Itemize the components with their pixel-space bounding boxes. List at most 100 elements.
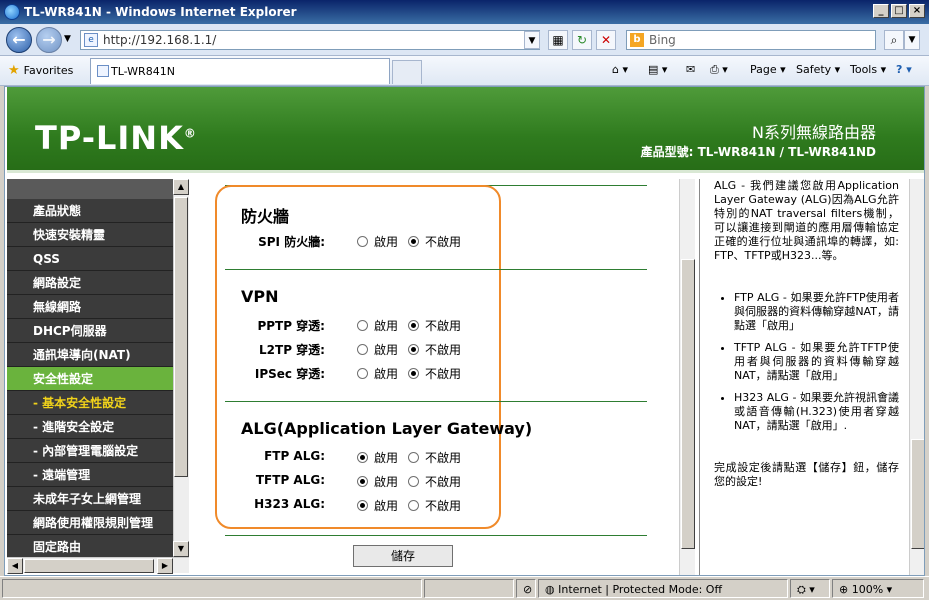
menu-hscroll-thumb[interactable]	[24, 559, 154, 573]
h323-alg-disable-option[interactable]: 不啟用	[408, 497, 461, 514]
tftp-alg-disable-radio[interactable]	[408, 476, 420, 487]
menu-hscrollbar[interactable]: ◀ ▶	[7, 557, 189, 574]
l2tp-disable-option[interactable]: 不啟用	[408, 341, 461, 358]
protected-mode-icon[interactable]: ⛭ ▾	[790, 579, 830, 598]
url-dropdown-icon[interactable]: ▼	[524, 31, 540, 49]
ftp-alg-disable-radio[interactable]	[408, 452, 420, 463]
menu-scroll-left-icon[interactable]: ◀	[7, 558, 23, 574]
feeds-icon[interactable]: ▤ ▾	[648, 63, 667, 76]
menu-scroll-up-icon[interactable]: ▲	[173, 179, 189, 195]
ipsec-enable-radio[interactable]	[357, 368, 368, 379]
search-input[interactable]: b Bing	[626, 30, 876, 50]
pptp-enable-option[interactable]: 啟用	[357, 317, 398, 334]
refresh-icon[interactable]: ↻	[572, 30, 592, 50]
ipsec-disable-radio[interactable]	[408, 368, 420, 379]
menu-item-status[interactable]: 產品狀態	[7, 199, 173, 223]
stop-icon[interactable]: ✕	[596, 30, 616, 50]
safety-menu[interactable]: Safety ▾	[796, 63, 840, 76]
pptp-disable-option[interactable]: 不啟用	[408, 317, 461, 334]
compatibility-icon[interactable]: ▦	[548, 30, 568, 50]
menu-item-access-control[interactable]: 網路使用權限規則管理	[7, 511, 173, 535]
search-placeholder: Bing	[649, 33, 676, 47]
l2tp-enable-radio[interactable]	[357, 344, 368, 355]
menu-item-remote-management[interactable]: - 遠端管理	[7, 463, 173, 487]
url-input[interactable]: e http://192.168.1.1/	[80, 30, 540, 50]
ftp-alg-enable-radio[interactable]	[357, 452, 368, 463]
print-icon[interactable]: ⎙ ▾	[710, 63, 728, 77]
zoom-control[interactable]: ⊕ 100% ▾	[832, 579, 924, 598]
browser-tab[interactable]: TL-WR841N	[90, 58, 390, 84]
l2tp-disable-radio[interactable]	[408, 344, 420, 355]
maximize-button[interactable]: □	[891, 4, 907, 18]
new-tab-button[interactable]	[392, 60, 422, 84]
spi-disable-radio[interactable]	[408, 236, 420, 247]
ftp-alg-disable-option[interactable]: 不啟用	[408, 449, 461, 466]
favorites-button[interactable]: ★ Favorites	[8, 63, 73, 78]
zone-indicator[interactable]: ◍ Internet | Protected Mode: Off	[538, 579, 788, 598]
ftp-alg-label: FTP ALG:	[264, 449, 325, 463]
menu-item-wireless[interactable]: 無線網路	[7, 295, 173, 319]
help-scroll-thumb[interactable]	[911, 439, 924, 549]
save-button[interactable]: 儲存	[353, 545, 453, 567]
h323-alg-radio-group: 啟用 不啟用	[357, 497, 471, 514]
globe-icon: ◍	[545, 583, 555, 596]
menu-item-qss[interactable]: QSS	[7, 247, 173, 271]
forward-button[interactable]: →	[36, 27, 62, 53]
menu-item-security[interactable]: 安全性設定	[7, 367, 173, 391]
page-content: TP-LINK® N系列無線路由器 產品型號: TL-WR841N / TL-W…	[4, 86, 925, 576]
page-menu[interactable]: Page ▾	[750, 63, 786, 76]
help-icon[interactable]: ? ▾	[896, 63, 912, 76]
ipsec-disable-option[interactable]: 不啟用	[408, 365, 461, 382]
help-list: FTP ALG - 如果要允許FTP使用者與伺服器的資料傳輸穿越NAT，請點選「…	[734, 291, 899, 433]
ftp-alg-enable-option[interactable]: 啟用	[357, 449, 398, 466]
ipsec-enable-option[interactable]: 啟用	[357, 365, 398, 382]
ftp-alg-radio-group: 啟用 不啟用	[357, 449, 471, 466]
search-options-icon[interactable]: ▼	[904, 30, 920, 50]
h323-alg-enable-radio[interactable]	[357, 500, 368, 511]
tftp-alg-disable-label: 不啟用	[425, 475, 462, 489]
tftp-alg-enable-option[interactable]: 啟用	[357, 473, 398, 490]
spi-disable-option[interactable]: 不啟用	[408, 233, 461, 250]
menu-scroll-down-icon[interactable]: ▼	[173, 541, 189, 557]
menu-item-basic-security[interactable]: - 基本安全性設定	[7, 391, 173, 415]
pptp-enable-radio[interactable]	[357, 320, 368, 331]
menu-scroll-right-icon[interactable]: ▶	[157, 558, 173, 574]
history-dropdown-icon[interactable]: ▼	[64, 34, 71, 44]
close-button[interactable]: ×	[909, 4, 925, 18]
tftp-alg-disable-option[interactable]: 不啟用	[408, 473, 461, 490]
menu-item-static-routing[interactable]: 固定路由	[7, 535, 173, 559]
ipsec-disable-label: 不啟用	[425, 367, 462, 381]
help-scrollbar[interactable]	[909, 179, 924, 575]
menu-item-nat[interactable]: 通訊埠導向(NAT)	[7, 343, 173, 367]
vpn-title: VPN	[241, 287, 279, 306]
status-message	[2, 579, 422, 598]
pptp-radio-group: 啟用 不啟用	[357, 317, 471, 334]
favorites-bar: ★ Favorites TL-WR841N ⌂ ▾ ▤ ▾ ✉ ⎙ ▾ Page …	[0, 56, 929, 86]
spi-enable-radio[interactable]	[357, 236, 368, 247]
menu-item-quick-setup[interactable]: 快速安裝精靈	[7, 223, 173, 247]
alg-title: ALG(Application Layer Gateway)	[241, 419, 533, 438]
menu-scroll-thumb[interactable]	[174, 197, 188, 477]
menu-item-parental-control[interactable]: 未成年子女上網管理	[7, 487, 173, 511]
menu-item-network[interactable]: 網路設定	[7, 271, 173, 295]
h323-alg-disable-radio[interactable]	[408, 500, 420, 511]
menu-header	[7, 179, 173, 199]
tftp-alg-enable-radio[interactable]	[357, 476, 368, 487]
minimize-button[interactable]: _	[873, 4, 889, 18]
h323-alg-enable-option[interactable]: 啟用	[357, 497, 398, 514]
main-scrollbar[interactable]	[679, 179, 695, 575]
mail-icon[interactable]: ✉	[686, 63, 695, 76]
menu-item-dhcp[interactable]: DHCP伺服器	[7, 319, 173, 343]
spi-enable-option[interactable]: 啟用	[357, 233, 398, 250]
menu-item-advanced-security[interactable]: - 進階安全設定	[7, 415, 173, 439]
search-icon[interactable]: ⌕	[884, 30, 904, 50]
home-icon[interactable]: ⌂ ▾	[612, 63, 628, 76]
back-button[interactable]: ←	[6, 27, 32, 53]
bing-icon: b	[630, 33, 644, 47]
tools-menu[interactable]: Tools ▾	[850, 63, 886, 76]
pptp-disable-radio[interactable]	[408, 320, 420, 331]
main-scroll-thumb[interactable]	[681, 259, 695, 549]
l2tp-enable-option[interactable]: 啟用	[357, 341, 398, 358]
h323-alg-disable-label: 不啟用	[425, 499, 462, 513]
menu-item-local-management[interactable]: - 內部管理電腦設定	[7, 439, 173, 463]
